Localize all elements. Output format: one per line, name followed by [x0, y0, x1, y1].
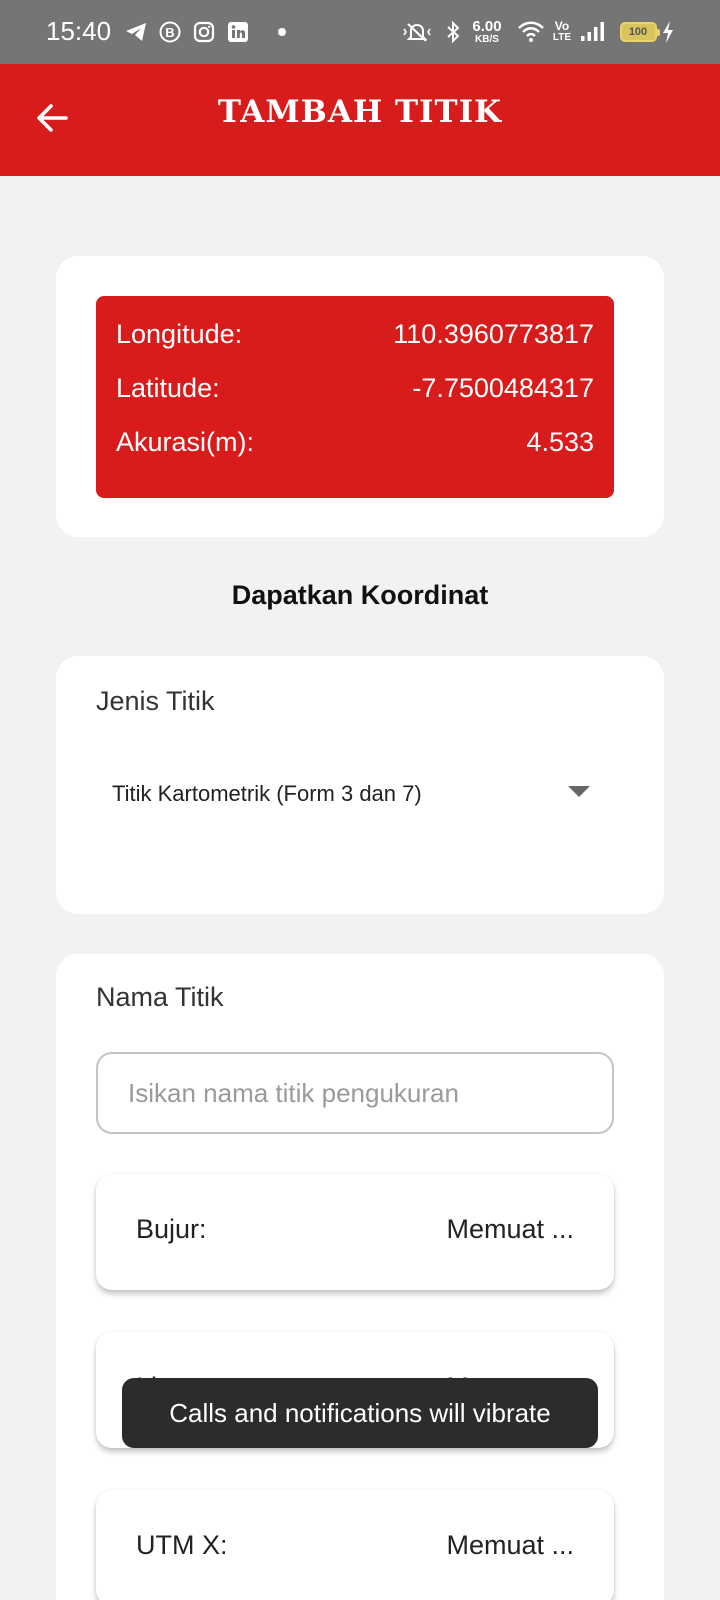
get-coordinates-button[interactable]: Dapatkan Koordinat: [0, 580, 720, 611]
coordinates-panel: Longitude: 110.3960773817 Latitude: -7.7…: [96, 296, 614, 498]
dot-icon: [276, 20, 288, 44]
utm-x-value: Memuat ...: [446, 1530, 574, 1560]
longitude-label: Longitude:: [116, 318, 243, 349]
utm-x-field-card: UTM X: Memuat ...: [96, 1490, 614, 1600]
point-name-label: Nama Titik: [96, 982, 224, 1012]
wifi-icon: [516, 20, 546, 44]
volte-indicator: Vo LTE: [552, 19, 572, 43]
app-bar: TAMBAH TITIK: [0, 64, 720, 176]
utm-x-label: UTM X:: [136, 1530, 228, 1560]
accuracy-value: 4.533: [526, 426, 594, 457]
longitude-row: Longitude: 110.3960773817: [116, 314, 594, 354]
point-type-label: Jenis Titik: [96, 686, 215, 716]
status-time: 15:40: [46, 16, 112, 46]
instagram-icon: [192, 20, 216, 44]
point-type-card: Jenis Titik Titik Kartometrik (Form 3 da…: [56, 656, 664, 914]
svg-text:B: B: [165, 25, 174, 40]
longitude-field-card: Bujur: Memuat ...: [96, 1174, 614, 1290]
battery-icon: 100: [618, 20, 660, 44]
bluetooth-icon: [444, 20, 462, 44]
point-type-selected: Titik Kartometrik (Form 3 dan 7): [112, 781, 422, 806]
vibrate-icon: [402, 20, 432, 44]
accuracy-label: Akurasi(m):: [116, 426, 255, 457]
bujur-value: Memuat ...: [446, 1214, 574, 1244]
signal-icon: [580, 20, 606, 44]
latitude-row: Latitude: -7.7500484317: [116, 368, 594, 408]
point-name-input[interactable]: [96, 1052, 614, 1134]
bujur-label: Bujur:: [136, 1214, 207, 1244]
telegram-icon: [124, 20, 148, 44]
network-speed: 6.00 KB/S: [472, 18, 502, 45]
b-icon: B: [158, 20, 182, 44]
charging-icon: [660, 20, 676, 44]
battery-level: 100: [628, 26, 648, 38]
latitude-value: -7.7500484317: [412, 372, 594, 403]
point-name-card: Nama Titik Bujur: Memuat ... Lintang: Me…: [56, 954, 664, 1600]
coordinates-card: Longitude: 110.3960773817 Latitude: -7.7…: [56, 256, 664, 537]
accuracy-row: Akurasi(m): 4.533: [116, 422, 594, 462]
status-bar: 15:40 B 6.00 KB/S Vo LTE 100: [0, 0, 720, 64]
latitude-label: Latitude:: [116, 372, 220, 403]
page-title: TAMBAH TITIK: [217, 94, 503, 130]
dropdown-arrow-icon: [568, 786, 590, 797]
toast-message: Calls and notifications will vibrate: [122, 1378, 598, 1448]
point-type-dropdown[interactable]: Titik Kartometrik (Form 3 dan 7): [96, 766, 624, 822]
linkedin-icon: [226, 20, 250, 44]
longitude-value: 110.3960773817: [393, 318, 594, 349]
